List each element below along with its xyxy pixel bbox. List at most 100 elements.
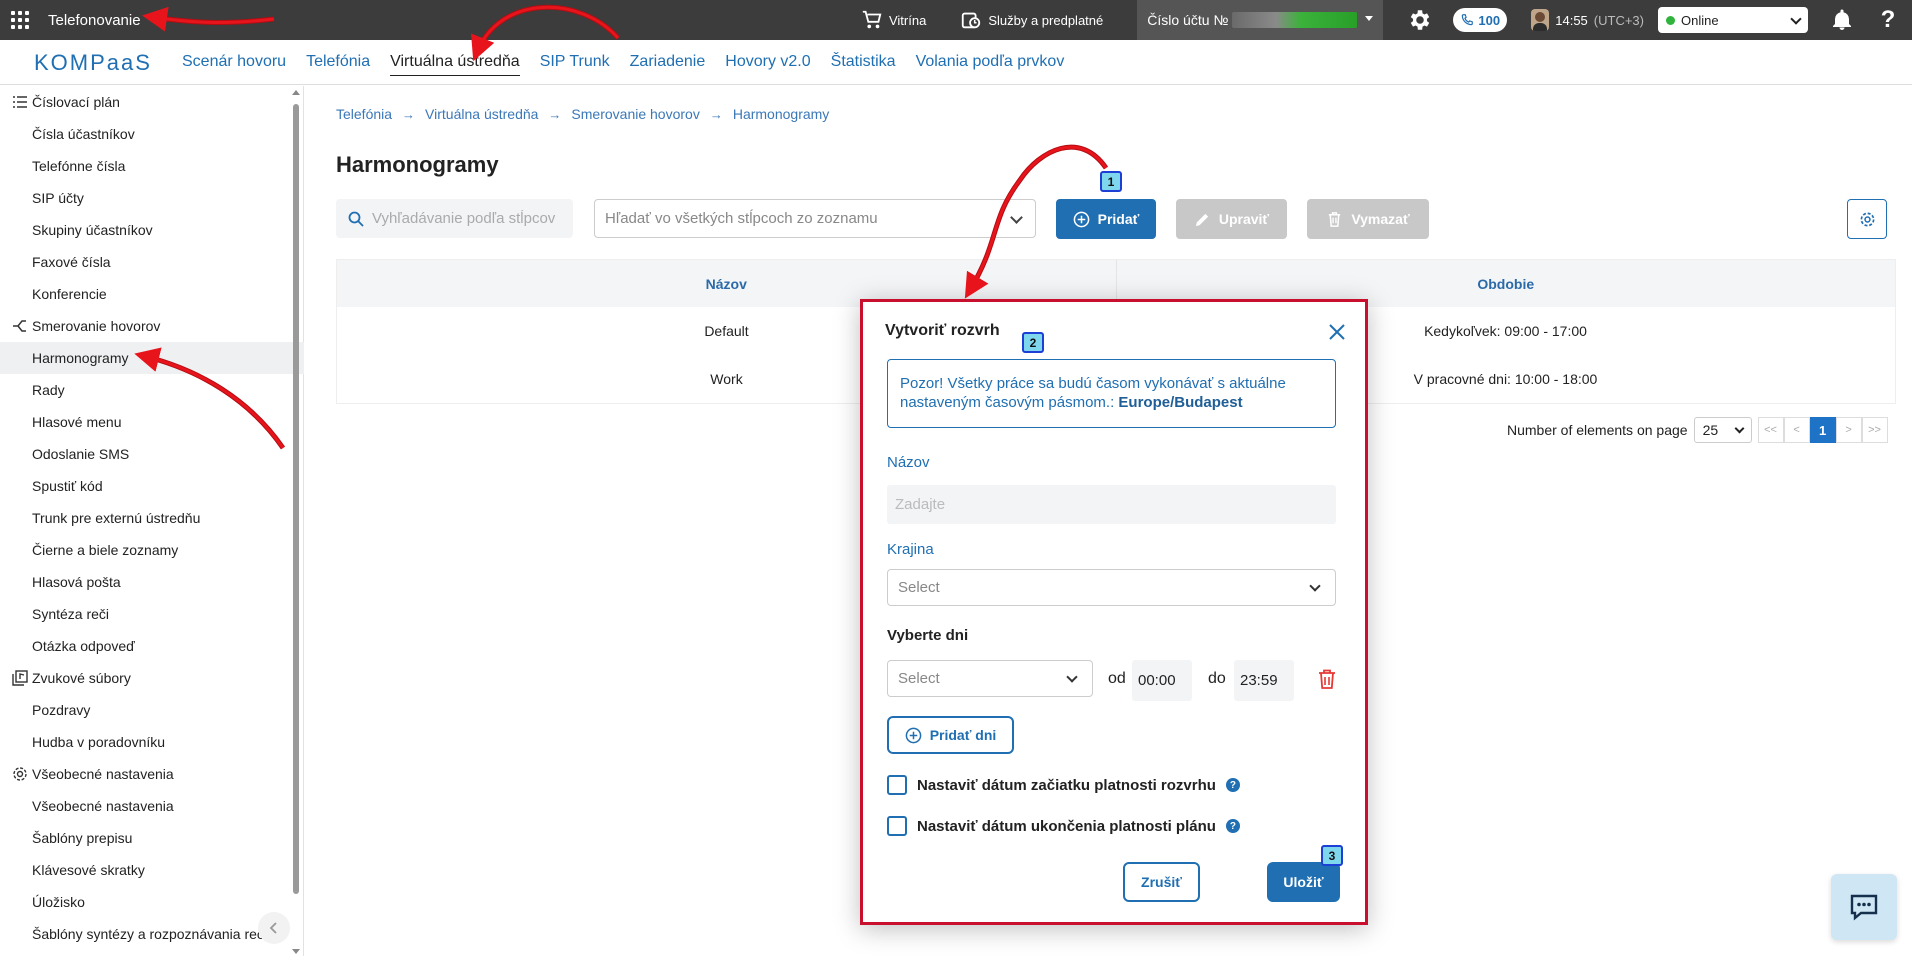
sidebar-item-cisla-ucastnikov[interactable]: Čísla účastníkov (0, 118, 304, 150)
active-calls-badge[interactable]: 100 (1453, 8, 1508, 32)
sidebar-item-synteza-reci[interactable]: Syntéza reči (0, 598, 304, 630)
sidebar-group-label: Všeobecné nastavenia (32, 766, 174, 782)
apps-grid-icon[interactable] (10, 10, 30, 30)
sidebar-item-vseobecne-nastavenia[interactable]: Všeobecné nastavenia (0, 790, 304, 822)
last-page-button[interactable]: >> (1861, 417, 1888, 443)
account-selector[interactable]: Číslo účtu № (1137, 0, 1384, 40)
sidebar-group-numbering[interactable]: Číslovací plán (0, 86, 304, 118)
collapse-sidebar-button[interactable] (258, 912, 290, 944)
nav-item-hovory-v2[interactable]: Hovory v2.0 (725, 49, 810, 75)
user-clock[interactable]: 14:55 (UTC+3) (1531, 9, 1644, 31)
logo-text: KOMPaaS (34, 50, 152, 75)
name-field[interactable] (887, 485, 1336, 524)
sidebar-item-harmonogramy[interactable]: Harmonogramy (0, 342, 304, 374)
nav-item-virtualna-ustredna[interactable]: Virtuálna ústredňa (390, 49, 520, 76)
search-all-columns-select[interactable]: Hľadať vo všetkých stĺpcoch zo zoznamu (594, 199, 1036, 238)
nav-item-statistika[interactable]: Štatistika (831, 49, 896, 75)
subscription-icon (962, 12, 981, 29)
timezone-notice: Pozor! Všetky práce sa budú časom vykoná… (887, 359, 1336, 428)
next-page-button[interactable]: > (1835, 417, 1862, 443)
cancel-button[interactable]: Zrušiť (1123, 862, 1200, 902)
sidebar-item-otazka-odpoved[interactable]: Otázka odpoveď (0, 630, 304, 662)
nav-item-sip-trunk[interactable]: SIP Trunk (540, 49, 610, 75)
help-icon[interactable]: ? (1225, 778, 1240, 792)
chevron-left-icon (269, 922, 277, 934)
prev-page-button[interactable]: < (1783, 417, 1810, 443)
end-date-label: Nastaviť dátum ukončenia platnosti plánu (917, 817, 1216, 835)
to-time-input[interactable] (1234, 660, 1294, 701)
sidebar-item-konferencie[interactable]: Konferencie (0, 278, 304, 310)
help-icon[interactable]: ? (1876, 6, 1900, 33)
nav-item-volania-podla-prvkov[interactable]: Volania podľa prvkov (916, 49, 1065, 75)
sidebar-item-spustit-kod[interactable]: Spustiť kód (0, 470, 304, 502)
sidebar-item-telefonne-cisla[interactable]: Telefónne čísla (0, 150, 304, 182)
edit-button[interactable]: Upraviť (1176, 199, 1287, 239)
scrollbar-thumb[interactable] (293, 104, 299, 894)
to-label: do (1208, 670, 1226, 687)
page-size-select[interactable]: 25 (1693, 417, 1752, 443)
add-days-label: Pridať dni (929, 727, 997, 743)
sound-files-icon (12, 670, 28, 686)
trash-icon[interactable] (1316, 668, 1338, 690)
day-select[interactable]: Select (887, 660, 1093, 697)
nav-item-zariadenie[interactable]: Zariadenie (630, 49, 706, 75)
add-button[interactable]: Pridať (1056, 199, 1156, 239)
help-icon[interactable]: ? (1225, 819, 1240, 833)
delete-button[interactable]: Vymazať (1307, 199, 1429, 239)
sidebar-item-ulozisko[interactable]: Úložisko (0, 886, 304, 918)
kompaas-logo: KOMPaaS (34, 50, 152, 75)
sidebar-group-general[interactable]: Všeobecné nastavenia (0, 758, 304, 790)
gear-icon[interactable] (1407, 7, 1433, 33)
from-time-input[interactable] (1132, 660, 1192, 701)
sidebar-item-skupiny-ucastnikov[interactable]: Skupiny účastníkov (0, 214, 304, 246)
app-title[interactable]: Telefonovanie (48, 12, 141, 29)
first-page-button[interactable]: << (1757, 417, 1784, 443)
vitrina-label: Vitrína (888, 12, 927, 28)
sidebar-item-klavesove-skratky[interactable]: Klávesové skratky (0, 854, 304, 886)
sidebar-item-trunk-externa-ustredna[interactable]: Trunk pre externú ústredňu (0, 502, 304, 534)
day-select-placeholder: Select (898, 670, 940, 687)
sidebar-item-odoslanie-sms[interactable]: Odoslanie SMS (0, 438, 304, 470)
sidebar-item-cierne-biele-zoznamy[interactable]: Čierne a biele zoznamy (0, 534, 304, 566)
close-icon[interactable] (1327, 322, 1347, 342)
scroll-down-icon[interactable] (292, 949, 300, 954)
save-button[interactable]: Uložiť (1267, 862, 1340, 902)
presence-status-select[interactable]: Online (1658, 7, 1808, 33)
country-select[interactable]: Select (887, 569, 1336, 606)
bell-icon[interactable] (1830, 8, 1854, 32)
nav-item-scenar-hovoru[interactable]: Scenár hovoru (182, 49, 286, 75)
services-link[interactable]: Služby a predplatné (960, 9, 1103, 31)
edit-button-label: Upraviť (1218, 211, 1270, 227)
sidebar-item-hlasova-posta[interactable]: Hlasová pošta (0, 566, 304, 598)
create-schedule-dialog: Vytvoriť rozvrh Pozor! Všetky práce sa b… (869, 308, 1359, 916)
sidebar-scrollbar[interactable] (291, 90, 301, 954)
sidebar-item-sip-ucty[interactable]: SIP účty (0, 182, 304, 214)
column-search-input[interactable] (372, 210, 562, 227)
sidebar-group-routing[interactable]: Smerovanie hovorov (0, 310, 304, 342)
vitrina-link[interactable]: Vitrína (861, 9, 926, 31)
end-date-checkbox[interactable] (887, 816, 907, 836)
chat-support-button[interactable] (1831, 874, 1897, 940)
phone-icon (1462, 14, 1474, 26)
breadcrumb: Telefónia → Virtuálna ústredňa → Smerova… (336, 106, 829, 122)
breadcrumb-item[interactable]: Virtuálna ústredňa (425, 106, 538, 122)
chevron-down-icon (1010, 211, 1023, 224)
sidebar-item-sablony-prepisu[interactable]: Šablóny prepisu (0, 822, 304, 854)
add-days-button[interactable]: Pridať dni (887, 716, 1014, 754)
top-bar: Telefonovanie Vitrína Služby a predplatn… (0, 0, 1912, 40)
breadcrumb-item[interactable]: Smerovanie hovorov (571, 106, 699, 122)
sidebar-item-faxove-cisla[interactable]: Faxové čísla (0, 246, 304, 278)
nav-item-telefonia[interactable]: Telefónia (306, 49, 370, 75)
sidebar-item-rady[interactable]: Rady (0, 374, 304, 406)
gear-icon (13, 767, 27, 781)
breadcrumb-item-current[interactable]: Harmonogramy (733, 106, 829, 122)
start-date-checkbox[interactable] (887, 775, 907, 795)
breadcrumb-item[interactable]: Telefónia (336, 106, 392, 122)
sidebar-item-pozdravy[interactable]: Pozdravy (0, 694, 304, 726)
sidebar-group-sound[interactable]: Zvukové súbory (0, 662, 304, 694)
scroll-up-icon[interactable] (292, 90, 300, 95)
table-settings-button[interactable] (1847, 199, 1887, 239)
current-page-button[interactable]: 1 (1809, 417, 1836, 443)
sidebar-item-hudba-v-poradovniku[interactable]: Hudba v poradovníku (0, 726, 304, 758)
sidebar-item-hlasove-menu[interactable]: Hlasové menu (0, 406, 304, 438)
